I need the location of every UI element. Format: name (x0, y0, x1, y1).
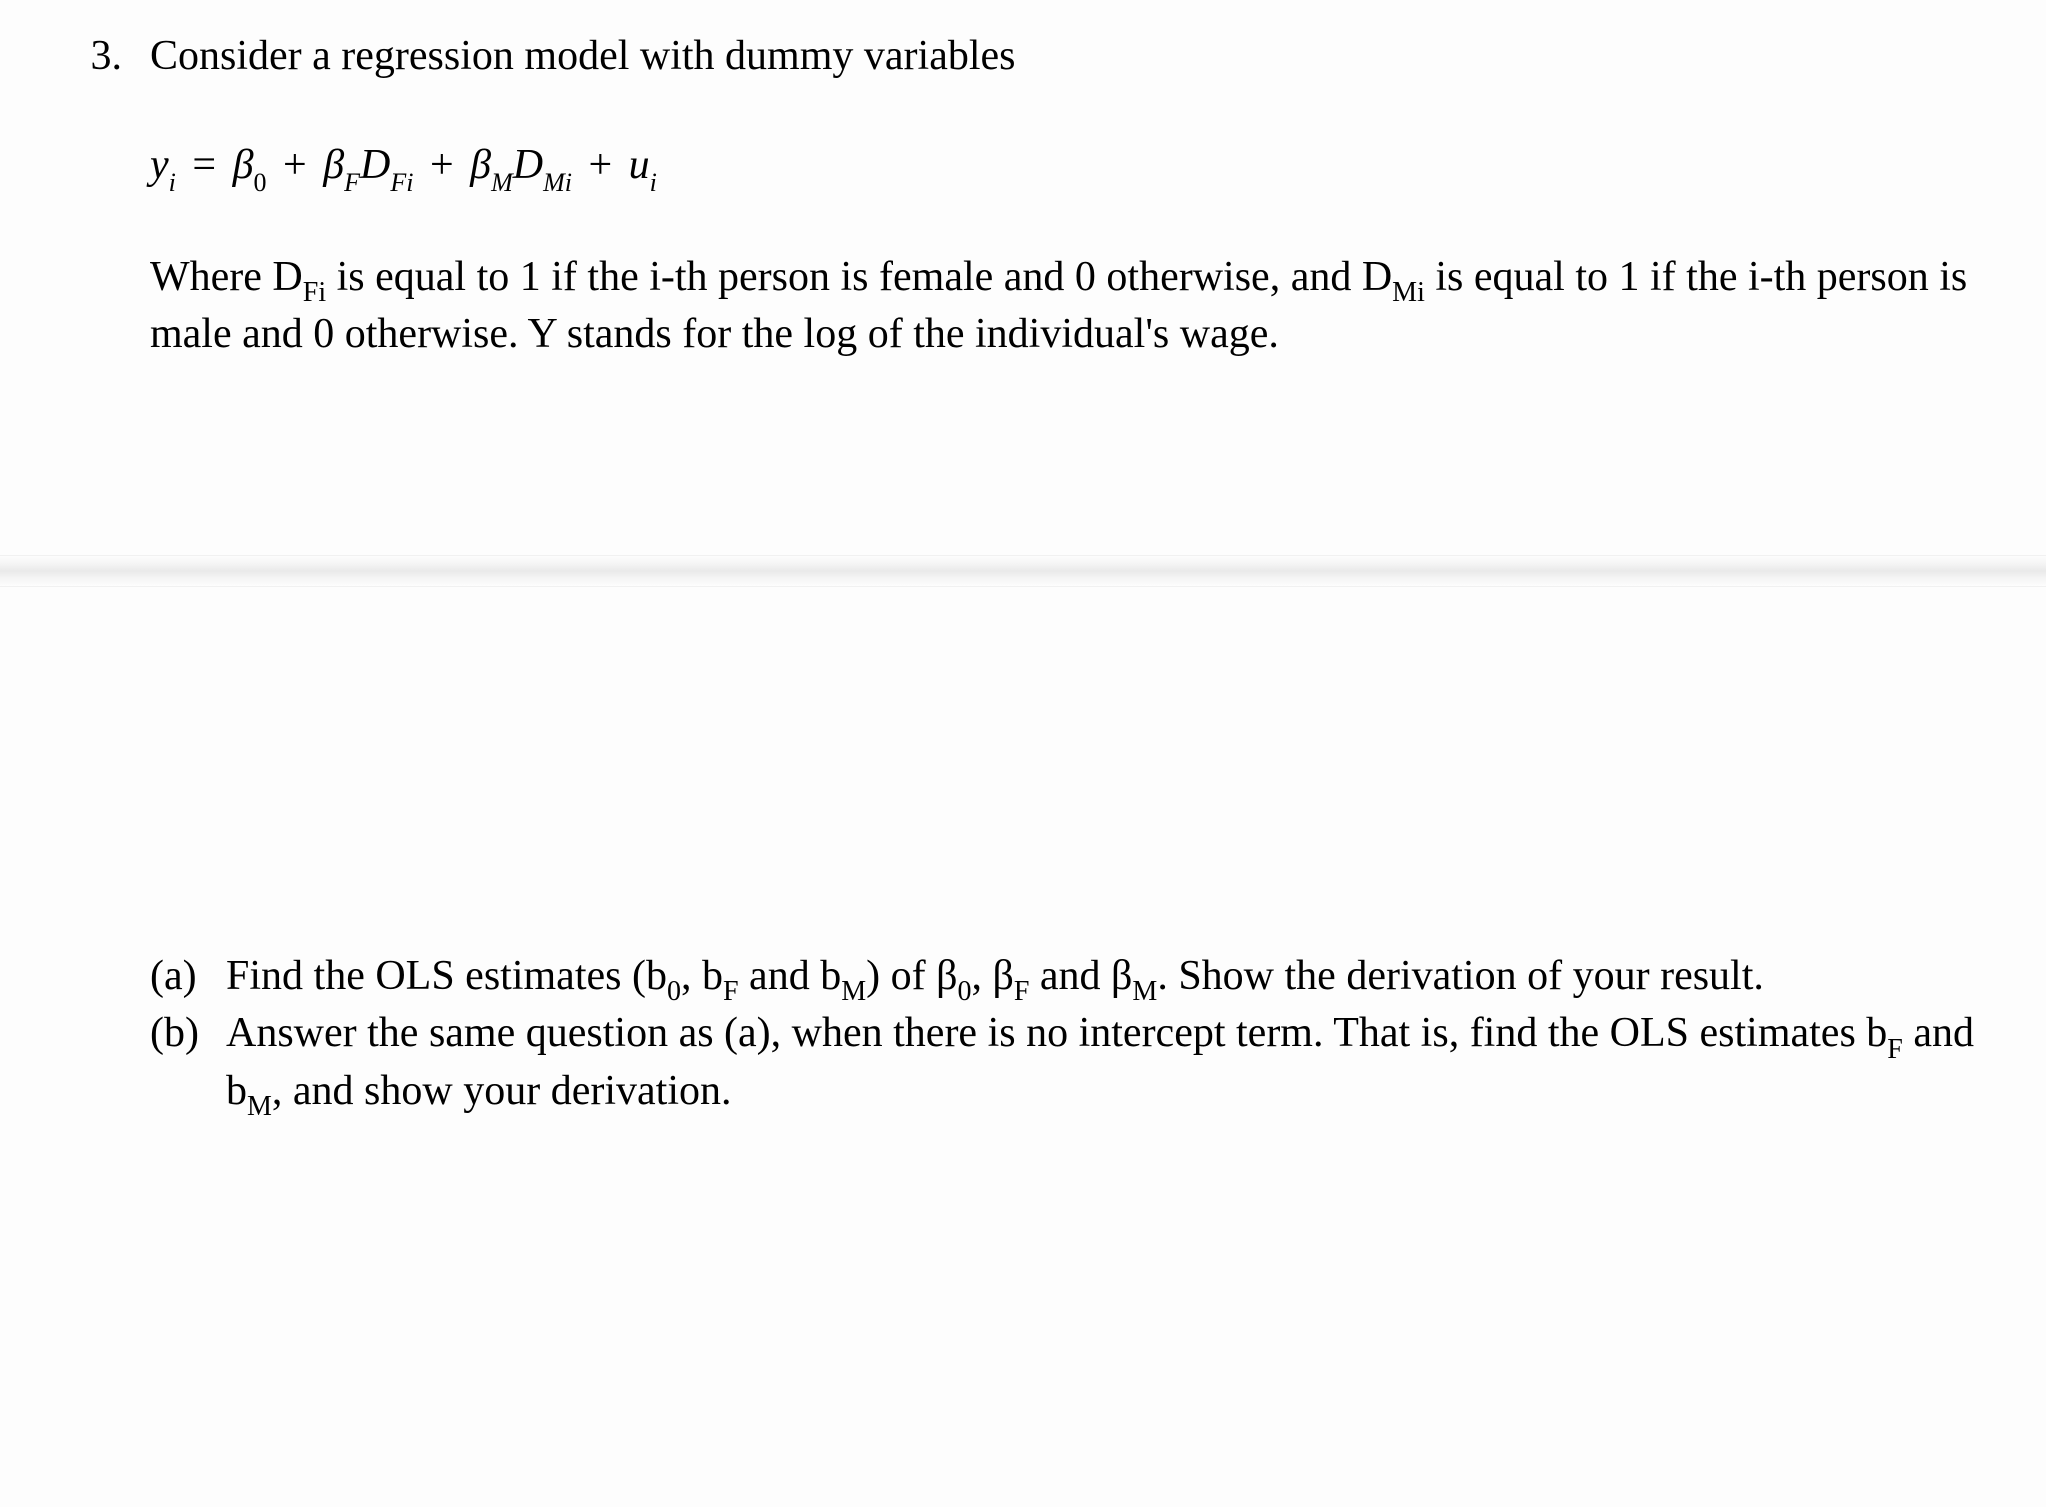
question-header: 3. Consider a regression model with dumm… (60, 30, 1986, 83)
expl-pre: Where D (150, 254, 303, 300)
expl-DF-sub: Fi (303, 277, 326, 308)
eq-plus-3: + (582, 142, 618, 188)
question-parts-block: (a) Find the OLS estimates (b0, bF and b… (60, 950, 1986, 1122)
part-a-text: Find the OLS estimates (b0, bF and bM) o… (226, 950, 1986, 1007)
a-mid2: and b (739, 953, 842, 999)
a-b0-sub: 0 (667, 976, 681, 1007)
eq-betaM-sub: M (491, 168, 513, 197)
b-mid2: , and show your derivation. (272, 1068, 732, 1114)
part-b-label: (b) (150, 1007, 226, 1060)
question-intro: Consider a regression model with dummy v… (150, 30, 1986, 83)
a-mid4: , β (971, 953, 1013, 999)
a-pre: Find the OLS estimates (b (226, 953, 667, 999)
eq-betaM: β (470, 142, 491, 188)
part-a-label: (a) (150, 950, 226, 1003)
question-explanation: Where DFi is equal to 1 if the i-th pers… (150, 251, 1986, 361)
expl-mid1: is equal to 1 if the i-th person is fema… (326, 254, 1392, 300)
a-mid5: and β (1029, 953, 1132, 999)
eq-plus-2: + (424, 142, 460, 188)
part-a: (a) Find the OLS estimates (b0, bF and b… (150, 950, 1986, 1007)
eq-DM-sub: Mi (543, 168, 572, 197)
eq-DF-sub: Fi (390, 168, 413, 197)
eq-beta0-sub: 0 (254, 168, 267, 197)
b-bF-sub: F (1887, 1034, 1903, 1065)
part-b: (b) Answer the same question as (a), whe… (150, 1007, 1986, 1122)
eq-lhs-sub: i (169, 168, 176, 197)
regression-equation: yi = β0 + βFDFi + βMDMi + ui (150, 138, 1986, 196)
eq-equals: = (186, 142, 222, 188)
eq-plus-1: + (277, 142, 313, 188)
a-betaF-sub: F (1014, 976, 1030, 1007)
a-mid3: ) of β (866, 953, 957, 999)
a-bM-sub: M (841, 976, 866, 1007)
eq-DF: D (360, 142, 390, 188)
b-bM-sub: M (247, 1091, 272, 1122)
document-page: 3. Consider a regression model with dumm… (0, 0, 2046, 1507)
a-mid1: , b (681, 953, 723, 999)
b-pre: Answer the same question as (a), when th… (226, 1010, 1887, 1056)
a-beta0-sub: 0 (957, 976, 971, 1007)
page-break-divider (0, 555, 2046, 587)
question-number: 3. (60, 30, 150, 83)
eq-betaF-sub: F (344, 168, 360, 197)
eq-DM: D (513, 142, 543, 188)
eq-beta0: β (233, 142, 254, 188)
eq-u-sub: i (650, 168, 657, 197)
a-betaM-sub: M (1132, 976, 1157, 1007)
eq-u: u (629, 142, 650, 188)
eq-betaF: β (323, 142, 344, 188)
a-bF-sub: F (723, 976, 739, 1007)
part-b-text: Answer the same question as (a), when th… (226, 1007, 1986, 1122)
eq-lhs-var: y (150, 142, 169, 188)
a-mid6: . Show the derivation of your result. (1157, 953, 1764, 999)
question-top-block: 3. Consider a regression model with dumm… (60, 30, 1986, 361)
expl-DM-sub: Mi (1392, 277, 1425, 308)
